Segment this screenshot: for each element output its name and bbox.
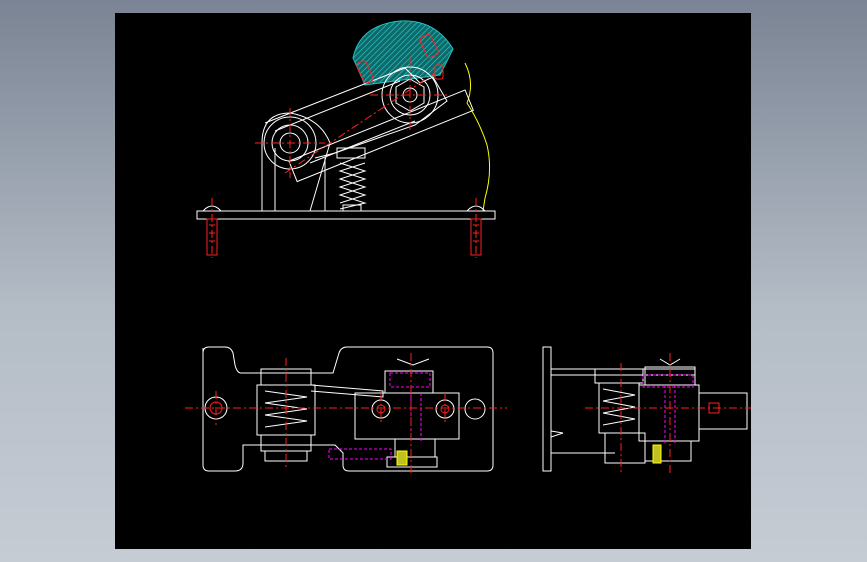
break-line (464, 62, 491, 212)
compression-spring (336, 147, 367, 212)
fixture-assembly-drawing (185, 20, 751, 473)
front-view (196, 20, 496, 258)
side-base-plate (542, 346, 552, 472)
side-view (542, 346, 751, 473)
top-view (185, 346, 507, 473)
base-plate (196, 210, 496, 220)
side-centerlines (585, 353, 751, 473)
cad-drawing-viewport[interactable] (115, 13, 751, 549)
